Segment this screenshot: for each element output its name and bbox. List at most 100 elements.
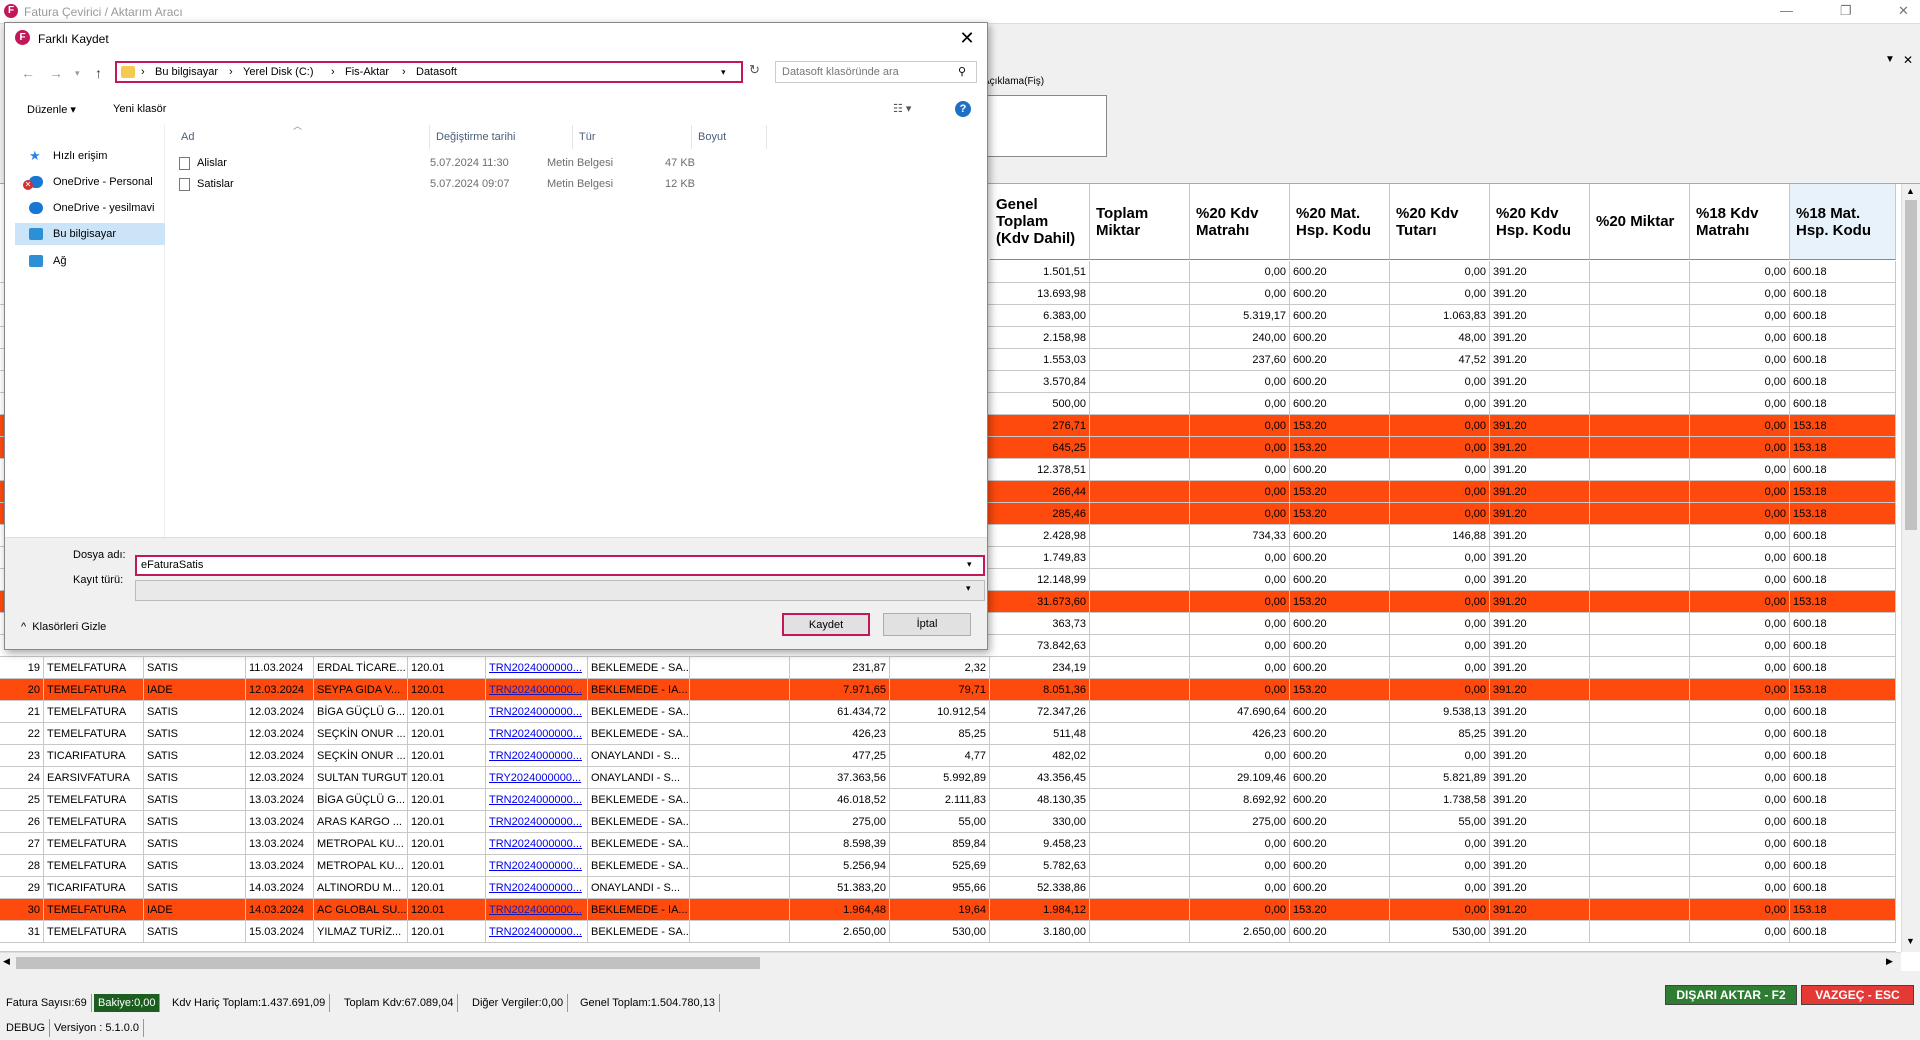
breadcrumb-item[interactable]: Bu bilgisayar	[155, 66, 218, 78]
chevron-down-icon[interactable]: ▾	[75, 68, 80, 79]
chevron-up-icon[interactable]: ▲	[1906, 186, 1915, 196]
back-arrow-icon[interactable]: ←	[21, 65, 35, 81]
table-cell-fno[interactable]: TRN2024000000...	[486, 657, 588, 679]
organize-button[interactable]: Düzenle ▾	[27, 103, 76, 116]
hide-folders-button[interactable]: ^ Klasörleri Gizle	[21, 621, 106, 633]
breadcrumb-item[interactable]: Datasoft	[416, 66, 457, 78]
address-bar[interactable]: › Bu bilgisayar › Yerel Disk (C:) › Fis-…	[115, 61, 743, 83]
table-row[interactable]: 31 TEMELFATURA SATIS 15.03.2024 YILMAZ TURİZ…	[0, 921, 1896, 943]
table-cell-h20: 600.20	[1290, 657, 1390, 679]
breadcrumb-item[interactable]: Yerel Disk (C:)	[243, 66, 314, 78]
column-header[interactable]: Toplam Miktar	[1090, 184, 1190, 260]
table-cell-k20: 391.20	[1490, 305, 1590, 327]
table-row[interactable]: 30 TEMELFATURA IADE 14.03.2024 AC GLOBAL SU.…	[0, 899, 1896, 921]
table-cell-k20: 391.20	[1490, 503, 1590, 525]
close-icon[interactable]: ✕	[1903, 53, 1913, 67]
list-item[interactable]: Alislar 5.07.2024 11:30 Metin Belgesi 47 KB	[175, 153, 795, 174]
search-icon[interactable]: ⚲	[958, 65, 966, 78]
chevron-down-icon[interactable]: ▼	[1906, 936, 1915, 946]
scroll-thumb[interactable]	[1905, 200, 1917, 530]
cancel-main-button[interactable]: VAZGEÇ - ESC	[1801, 985, 1914, 1005]
column-size[interactable]: Boyut	[692, 125, 767, 149]
save-button[interactable]: Kaydet	[782, 613, 870, 636]
column-type[interactable]: Tür	[573, 125, 692, 149]
column-date[interactable]: Değiştirme tarihi	[430, 125, 573, 149]
table-row[interactable]: 25 TEMELFATURA SATIS 13.03.2024 BİGA GÜÇLÜ G…	[0, 789, 1896, 811]
table-row[interactable]: 23 TICARIFATURA SATIS 12.03.2024 SEÇKİN ONUR…	[0, 745, 1896, 767]
sidebar-item[interactable]: Bu bilgisayar	[15, 223, 165, 245]
column-header[interactable]: %20 Mat. Hsp. Kodu	[1290, 184, 1390, 260]
chevron-left-icon[interactable]: ◀	[3, 956, 10, 967]
table-cell-genel: 13.693,98	[990, 283, 1090, 305]
new-folder-button[interactable]: Yeni klasör	[113, 103, 166, 115]
column-header[interactable]: %18 Mat. Hsp. Kodu	[1790, 184, 1896, 260]
table-cell-fno[interactable]: TRY2024000000...	[486, 767, 588, 789]
column-name[interactable]: Ad	[175, 125, 430, 149]
table-row[interactable]: 22 TEMELFATURA SATIS 12.03.2024 SEÇKİN ONUR …	[0, 723, 1896, 745]
column-header[interactable]: Genel Toplam (Kdv Dahil)	[990, 184, 1090, 260]
aciklama-textbox[interactable]	[983, 95, 1107, 157]
table-cell-fno[interactable]: TRN2024000000...	[486, 877, 588, 899]
table-cell-fno[interactable]: TRN2024000000...	[486, 789, 588, 811]
breadcrumb-item[interactable]: Fis-Aktar	[345, 66, 389, 78]
table-cell-no: 30	[0, 899, 44, 921]
table-row[interactable]: 20 TEMELFATURA IADE 12.03.2024 SEYPA GIDA V.…	[0, 679, 1896, 701]
vertical-scrollbar[interactable]: ▲ ▼	[1901, 184, 1920, 952]
close-icon[interactable]: ✕	[1898, 3, 1909, 19]
column-header[interactable]: %20 Kdv Matrahı	[1190, 184, 1290, 260]
chevron-down-icon[interactable]: ▾	[966, 583, 971, 594]
table-cell-fno[interactable]: TRN2024000000...	[486, 745, 588, 767]
chevron-down-icon[interactable]: ▾	[721, 67, 726, 78]
column-header[interactable]: %20 Kdv Hsp. Kodu	[1490, 184, 1590, 260]
table-cell-fno[interactable]: TRN2024000000...	[486, 723, 588, 745]
help-icon[interactable]: ?	[955, 101, 971, 117]
table-cell-genel: 3.570,84	[990, 371, 1090, 393]
forward-arrow-icon[interactable]: →	[49, 65, 63, 81]
sidebar-item[interactable]: OneDrive - yesilmavi	[15, 197, 165, 219]
export-button[interactable]: DIŞARI AKTAR - F2	[1665, 985, 1797, 1005]
table-cell-genel: 266,44	[990, 481, 1090, 503]
filetype-select[interactable]: ▾	[135, 580, 985, 601]
table-row[interactable]: 24 EARSIVFATURA SATIS 12.03.2024 SULTAN TURG…	[0, 767, 1896, 789]
up-arrow-icon[interactable]: ↑	[95, 65, 102, 81]
chevron-down-icon[interactable]: ▾	[967, 559, 972, 570]
view-options-icon[interactable]: ☷ ▾	[893, 102, 911, 115]
table-row[interactable]: 26 TEMELFATURA SATIS 13.03.2024 ARAS KARGO .…	[0, 811, 1896, 833]
table-cell-fno[interactable]: TRN2024000000...	[486, 855, 588, 877]
close-icon[interactable]: ✕	[955, 26, 979, 50]
sidebar-item[interactable]: Ağ	[15, 250, 165, 272]
search-input[interactable]: Datasoft klasöründe ara ⚲	[775, 61, 977, 83]
table-cell-fno[interactable]: TRN2024000000...	[486, 899, 588, 921]
table-cell-fno[interactable]: TRN2024000000...	[486, 679, 588, 701]
table-row[interactable]: 29 TICARIFATURA SATIS 14.03.2024 ALTINORDU M…	[0, 877, 1896, 899]
table-cell-fno[interactable]: TRN2024000000...	[486, 921, 588, 943]
organize-label: Düzenle	[27, 104, 68, 116]
chevron-down-icon[interactable]: ▼	[1885, 54, 1895, 65]
filename-input[interactable]: eFaturaSatis ▾	[135, 555, 985, 576]
table-cell-m20: 0,00	[1190, 745, 1290, 767]
scroll-thumb[interactable]	[16, 957, 760, 969]
table-cell-fno[interactable]: TRN2024000000...	[486, 833, 588, 855]
table-row[interactable]: 28 TEMELFATURA SATIS 13.03.2024 METROPAL KU.…	[0, 855, 1896, 877]
table-cell-fno[interactable]: TRN2024000000...	[486, 811, 588, 833]
maximize-icon[interactable]: ❐	[1840, 3, 1852, 19]
table-cell-fno[interactable]: TRN2024000000...	[486, 701, 588, 723]
refresh-icon[interactable]: ↻	[749, 62, 760, 78]
chevron-right-icon[interactable]: ▶	[1886, 956, 1893, 967]
column-header[interactable]: %20 Miktar	[1590, 184, 1690, 260]
cancel-button[interactable]: İptal	[883, 613, 971, 636]
list-item[interactable]: Satislar 5.07.2024 09:07 Metin Belgesi 12 K…	[175, 174, 795, 195]
table-cell-q20	[1590, 437, 1690, 459]
table-row[interactable]	[0, 943, 1896, 952]
column-header[interactable]: %18 Kdv Matrahı	[1690, 184, 1790, 260]
table-row[interactable]: 21 TEMELFATURA SATIS 12.03.2024 BİGA GÜÇLÜ G…	[0, 701, 1896, 723]
sidebar-item[interactable]: ★ Hızlı erişim	[15, 145, 165, 167]
table-row[interactable]: 27 TEMELFATURA SATIS 13.03.2024 METROPAL KU.…	[0, 833, 1896, 855]
table-row[interactable]: 19 TEMELFATURA SATIS 11.03.2024 ERDAL TİCARE…	[0, 657, 1896, 679]
column-header[interactable]: %20 Kdv Tutarı	[1390, 184, 1490, 260]
sidebar-item[interactable]: ✕ OneDrive - Personal	[15, 171, 165, 193]
table-cell-m20: 0,00	[1190, 591, 1290, 613]
horizontal-scrollbar[interactable]: ◀ ▶	[0, 952, 1901, 971]
minimize-icon[interactable]: —	[1780, 3, 1793, 18]
table-cell-h18: 600.18	[1790, 371, 1896, 393]
